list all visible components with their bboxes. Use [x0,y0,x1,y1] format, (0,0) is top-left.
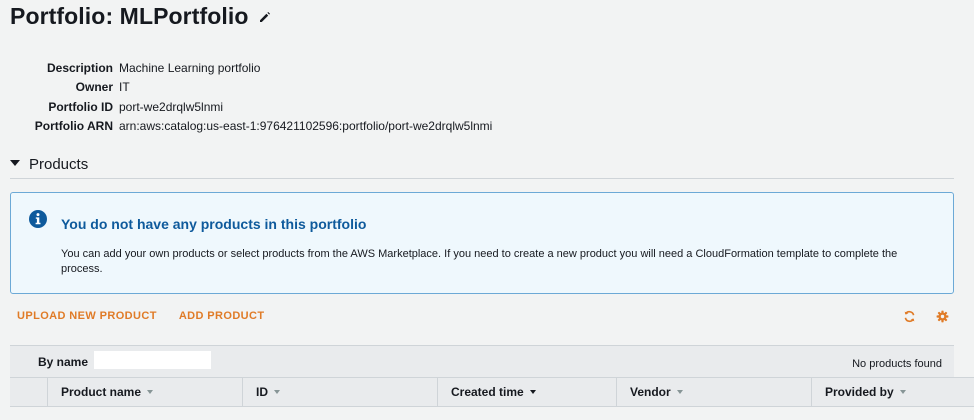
no-products-status: No products found [852,358,942,370]
portfolio-details: Description Machine Learning portfolio O… [0,58,493,137]
page-header: Portfolio: MLPortfolio [10,3,271,30]
detail-row-portfolio-id: Portfolio ID port-we2drqlw5lnmi [0,97,492,117]
sort-arrow-icon [899,390,906,394]
products-section-heading: Products [29,156,89,173]
refresh-icon[interactable] [903,310,916,323]
info-icon [29,210,47,228]
filter-bar: By name No products found [10,345,954,377]
filter-by-name-input[interactable] [94,351,211,369]
detail-value: Machine Learning portfolio [119,60,261,75]
upload-new-product-button[interactable]: UPLOAD NEW PRODUCT [17,310,157,322]
sort-arrow-icon [529,390,536,394]
detail-label: Owner [75,80,113,95]
detail-value: port-we2drqlw5lnmi [119,99,224,114]
gear-icon[interactable] [936,310,949,323]
column-label: ID [256,385,268,399]
sort-arrow-icon [147,390,154,394]
detail-value: arn:aws:catalog:us-east-1:976421102596:p… [119,119,493,134]
add-product-button[interactable]: ADD PRODUCT [179,310,265,322]
products-table-header: Product name ID Created time Vendor Prov… [10,377,974,407]
filter-label: By name [38,355,89,369]
info-message: You can add your own products or select … [61,248,898,275]
detail-label: Portfolio ARN [34,119,113,134]
column-label: Product name [61,385,142,399]
column-product-name[interactable]: Product name [48,378,243,406]
caret-down-icon [10,160,20,166]
column-id[interactable]: ID [243,378,438,406]
sort-arrow-icon [274,390,280,394]
pencil-icon[interactable] [259,11,271,23]
select-column [10,378,48,406]
detail-label: Portfolio ID [48,99,113,114]
product-actions: UPLOAD NEW PRODUCT ADD PRODUCT [17,310,287,322]
info-title: You do not have any products in this por… [61,216,367,232]
column-created-time[interactable]: Created time [438,378,617,406]
column-label: Vendor [630,385,671,399]
column-provided-by[interactable]: Provided by [812,378,974,406]
sort-arrow-icon [676,390,683,394]
detail-value: IT [119,80,130,95]
info-alert: You do not have any products in this por… [10,192,954,294]
detail-row-portfolio-arn: Portfolio ARN arn:aws:catalog:us-east-1:… [0,117,493,137]
column-vendor[interactable]: Vendor [617,378,812,406]
column-label: Created time [451,385,524,399]
page-title: Portfolio: MLPortfolio [10,3,249,29]
detail-row-owner: Owner IT [0,78,492,98]
detail-row-description: Description Machine Learning portfolio [0,58,492,78]
column-label: Provided by [825,385,894,399]
products-section-toggle[interactable]: Products [10,156,954,179]
detail-label: Description [46,60,113,75]
